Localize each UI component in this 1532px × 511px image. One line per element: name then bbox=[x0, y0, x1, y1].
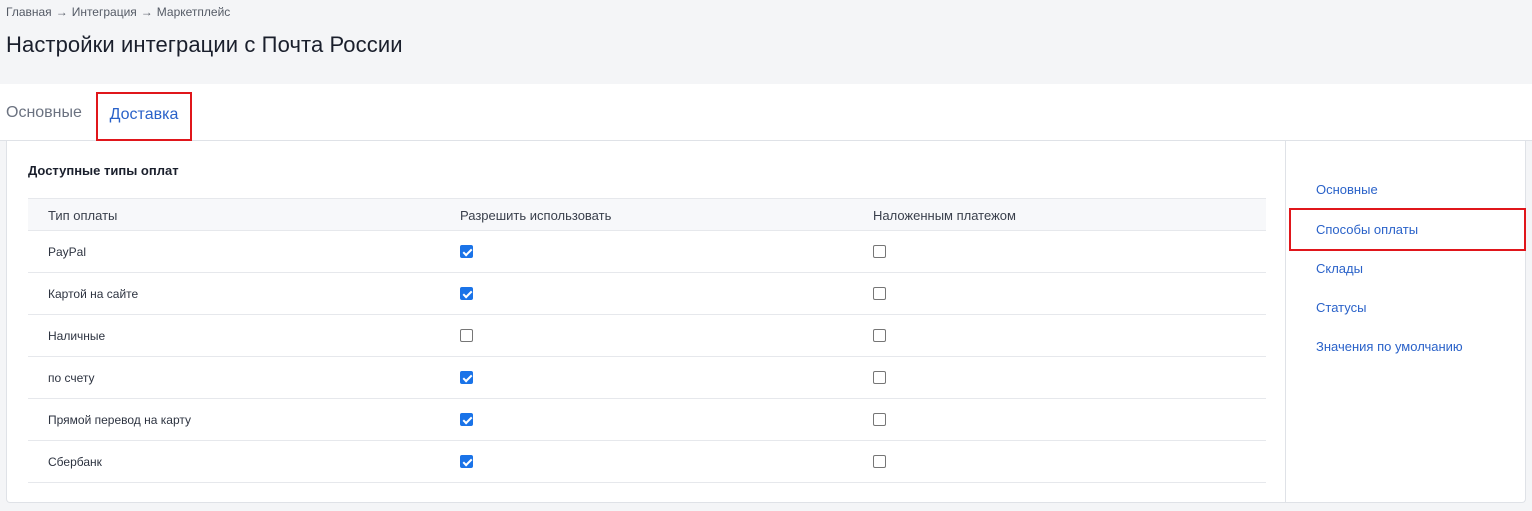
payment-type-name: по счету bbox=[48, 371, 95, 385]
nav-item-payment-methods[interactable]: Способы оплаты bbox=[1316, 222, 1418, 237]
allow-checkbox[interactable] bbox=[460, 245, 473, 258]
cod-checkbox[interactable] bbox=[873, 455, 886, 468]
nav-item-defaults[interactable]: Значения по умолчанию bbox=[1316, 339, 1463, 354]
settings-panel: Доступные типы оплат Тип оплаты Разрешит… bbox=[6, 141, 1526, 503]
table-row: Наличные bbox=[28, 315, 1266, 357]
section-nav: Основные Способы оплаты Склады Статусы З… bbox=[1286, 141, 1527, 503]
cod-checkbox[interactable] bbox=[873, 329, 886, 342]
payment-type-name: Наличные bbox=[48, 329, 106, 343]
table-row: Картой на сайте bbox=[28, 273, 1266, 315]
cod-checkbox[interactable] bbox=[873, 245, 886, 258]
payment-types-section: Доступные типы оплат Тип оплаты Разрешит… bbox=[7, 141, 1286, 503]
allow-checkbox[interactable] bbox=[460, 371, 473, 384]
column-header-allow: Разрешить использовать bbox=[460, 208, 612, 223]
breadcrumb-separator: → bbox=[55, 5, 68, 19]
page-title: Настройки интеграции с Почта России bbox=[6, 32, 403, 57]
allow-checkbox[interactable] bbox=[460, 413, 473, 426]
cod-checkbox[interactable] bbox=[873, 413, 886, 426]
cod-checkbox[interactable] bbox=[873, 371, 886, 384]
nav-item-warehouses[interactable]: Склады bbox=[1316, 261, 1363, 276]
allow-checkbox[interactable] bbox=[460, 287, 473, 300]
allow-checkbox[interactable] bbox=[460, 329, 473, 342]
nav-item-statuses[interactable]: Статусы bbox=[1316, 300, 1366, 315]
table-header-row: Тип оплаты Разрешить использовать Наложе… bbox=[28, 198, 1266, 231]
allow-checkbox[interactable] bbox=[460, 455, 473, 468]
column-header-cod: Наложенным платежом bbox=[873, 208, 1016, 223]
page-header: Главная → Интеграция → Маркетплейс Настройки… bbox=[0, 0, 1532, 84]
tabs-bar: Основные Доставка bbox=[0, 84, 1532, 141]
nav-item-main[interactable]: Основные bbox=[1316, 182, 1378, 197]
table-row: PayPal bbox=[28, 231, 1266, 273]
breadcrumb-separator: → bbox=[140, 5, 153, 19]
payment-type-name: PayPal bbox=[48, 245, 87, 259]
cod-checkbox[interactable] bbox=[873, 287, 886, 300]
breadcrumb-item-marketplace[interactable]: Маркетплейс bbox=[157, 5, 231, 19]
breadcrumb-item-integration[interactable]: Интеграция bbox=[72, 5, 137, 19]
payment-type-name: Сбербанк bbox=[48, 455, 102, 469]
table-row: по счету bbox=[28, 357, 1266, 399]
payment-types-table: Тип оплаты Разрешить использовать Наложе… bbox=[28, 198, 1266, 483]
section-title: Доступные типы оплат bbox=[28, 163, 179, 178]
tab-delivery[interactable]: Доставка bbox=[96, 92, 192, 141]
tab-main[interactable]: Основные bbox=[6, 84, 82, 141]
breadcrumb: Главная → Интеграция → Маркетплейс bbox=[6, 5, 230, 19]
table-row: Сбербанк bbox=[28, 441, 1266, 483]
table-row: Прямой перевод на карту bbox=[28, 399, 1266, 441]
payment-type-name: Прямой перевод на карту bbox=[48, 413, 191, 427]
column-header-payment-type: Тип оплаты bbox=[48, 208, 118, 223]
breadcrumb-item-home[interactable]: Главная bbox=[6, 5, 52, 19]
page: Главная → Интеграция → Маркетплейс Настройки… bbox=[0, 0, 1532, 511]
payment-type-name: Картой на сайте bbox=[48, 287, 139, 301]
